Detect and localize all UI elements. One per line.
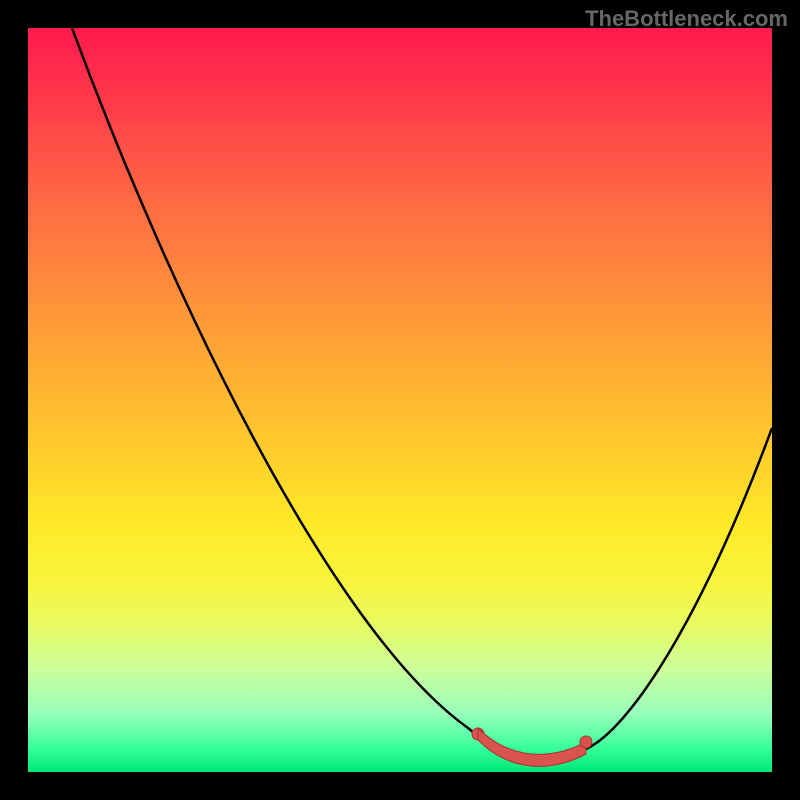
- chart-container: TheBottleneck.com: [0, 0, 800, 800]
- watermark-text: TheBottleneck.com: [585, 6, 788, 32]
- curve-path: [72, 28, 772, 759]
- optimal-range-fill: [478, 728, 586, 766]
- plot-area: [28, 28, 772, 772]
- optimal-marker-end: [580, 736, 592, 748]
- bottleneck-curve: [28, 28, 772, 772]
